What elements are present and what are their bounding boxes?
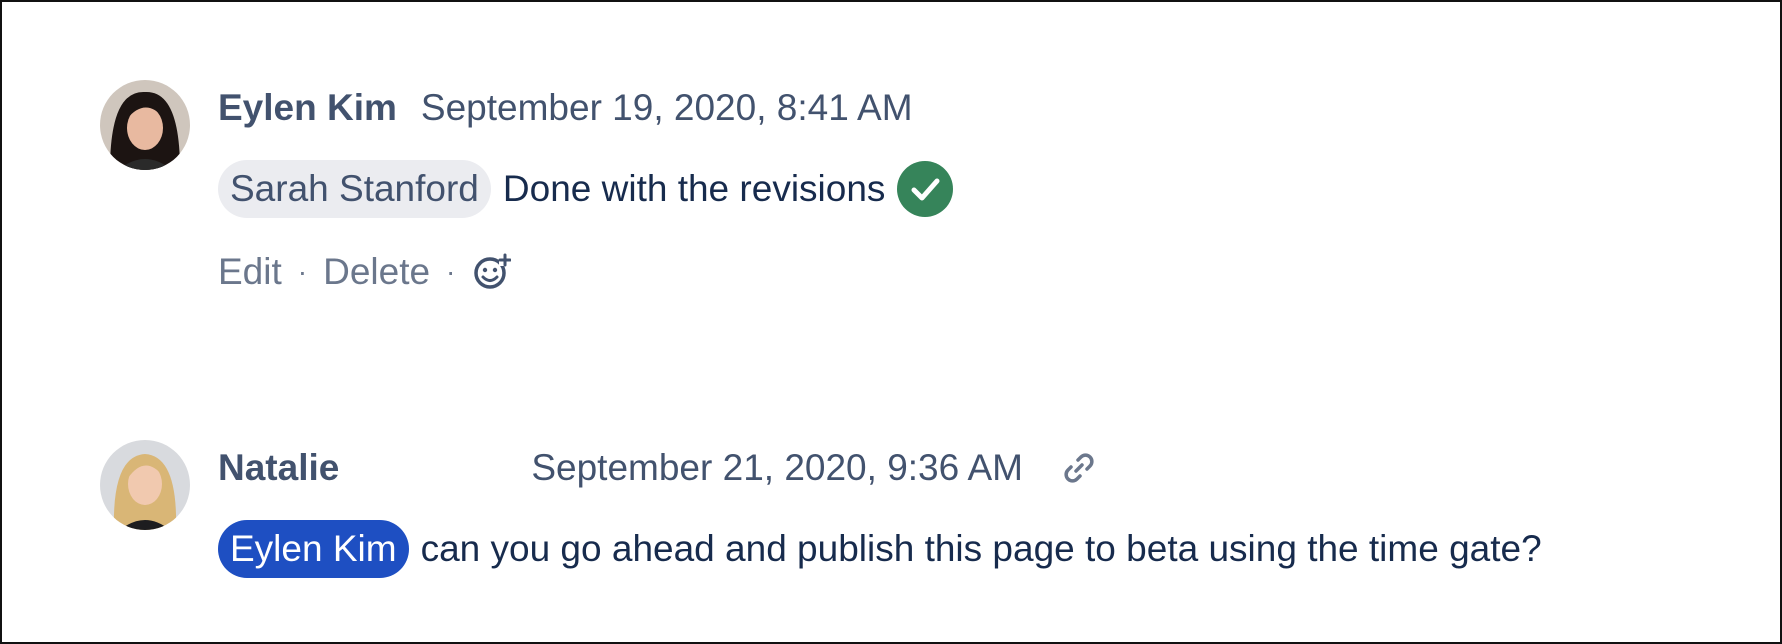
comment-body: Sarah Stanford Done with the revisions (218, 160, 954, 218)
comment-author[interactable]: Natalie (218, 446, 339, 490)
comment-text: can you go ahead and publish this page t… (420, 528, 1542, 569)
delete-button[interactable]: Delete (323, 250, 430, 294)
check-circle-icon (897, 161, 954, 217)
separator: · (297, 256, 308, 287)
avatar[interactable] (100, 440, 190, 530)
link-icon[interactable] (1059, 448, 1099, 488)
comment-text: Done with the revisions (502, 168, 886, 209)
comments-panel: Eylen Kim September 19, 2020, 8:41 AM Sa… (0, 0, 1782, 644)
add-reaction-icon[interactable] (471, 252, 512, 292)
separator: · (446, 256, 456, 287)
avatar-image (100, 80, 190, 170)
user-mention[interactable]: Sarah Stanford (218, 160, 491, 218)
comment-header: Natalie September 21, 2020, 9:36 AM (218, 446, 1099, 490)
comment-body: Eylen Kim can you go ahead and publish t… (218, 520, 1542, 578)
comment-timestamp[interactable]: September 21, 2020, 9:36 AM (531, 446, 1023, 490)
comment-author[interactable]: Eylen Kim (218, 86, 397, 130)
comment-header: Eylen Kim September 19, 2020, 8:41 AM (218, 86, 913, 130)
edit-button[interactable]: Edit (218, 250, 282, 294)
comment-actions: Edit · Delete · (218, 250, 512, 294)
avatar-image (100, 440, 190, 530)
self-mention[interactable]: Eylen Kim (218, 520, 409, 578)
avatar[interactable] (100, 80, 190, 170)
comment-timestamp[interactable]: September 19, 2020, 8:41 AM (421, 86, 913, 130)
